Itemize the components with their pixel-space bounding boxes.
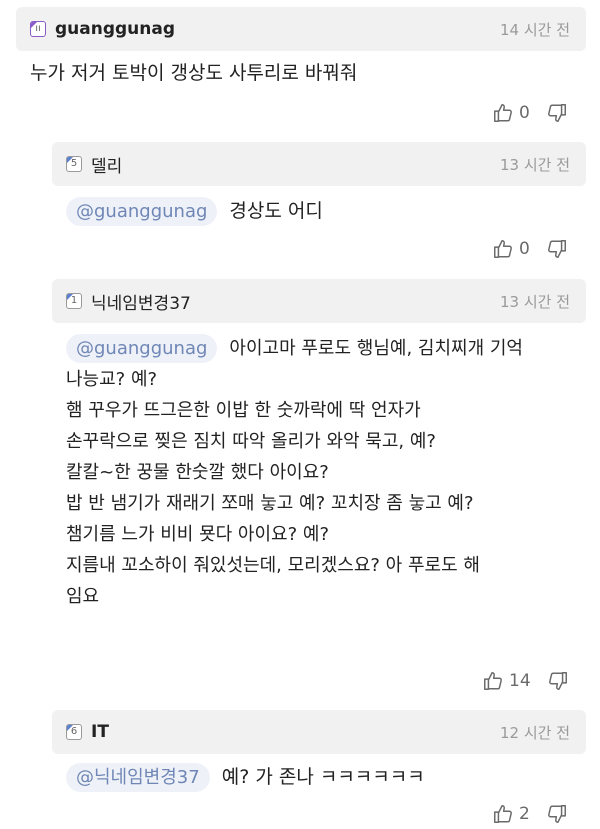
vote-bar: 0 [492,238,568,260]
reply-text: @guanggunag 경상도 어디 [66,196,323,227]
comment-timestamp: 12 시간 전 [499,723,570,742]
vote-bar: 2 [492,803,568,825]
text-line: 밥 반 냄기가 재래기 쪼매 눟고 예? 꼬치장 좀 눟고 예? [66,493,474,514]
mention-tag[interactable]: @닉네임변경37 [66,763,210,792]
like-count: 0 [519,103,530,123]
vote-bar: 14 [482,670,569,692]
comment-body: 경상도 어디 [229,200,323,222]
vote-bar: 0 [492,102,568,124]
thumbs-down-icon[interactable] [546,102,568,124]
comment-username[interactable]: guanggunag [55,19,175,39]
mention-tag[interactable]: @guanggunag [66,334,218,363]
thumbs-up-icon[interactable] [482,670,504,692]
reply-text: @닉네임변경37 예? 가 존나 ㅋㅋㅋㅋㅋㅋ [66,762,425,793]
comment-timestamp: 13 시간 전 [499,155,570,174]
thumbs-up-icon[interactable] [492,803,514,825]
like-count: 14 [509,671,531,691]
comment-username[interactable]: 델리 [91,152,122,177]
comment-timestamp: 14 시간 전 [499,20,570,39]
text-line: 손꾸락으로 찢은 짐치 따악 올리가 와악 묵고, 예? [66,431,436,452]
comment-username[interactable]: IT [91,722,109,742]
thumbs-down-icon[interactable] [547,670,569,692]
text-line: 임요 [66,586,100,607]
like-count: 0 [519,239,530,259]
comment-timestamp: 13 시간 전 [499,292,570,311]
reply-header: 5 델리 13 시간 전 [52,142,586,186]
comment-username[interactable]: 닉네임변경37 [91,289,191,314]
text-line: 칼칼~한 꿍물 한숫깔 했다 아이요? [66,462,329,483]
comment-header: ıı guanggunag 14 시간 전 [16,7,586,51]
thumbs-up-icon[interactable] [492,238,514,260]
text-line: 나능교? 예? [66,369,158,390]
level-badge-icon: 5 [66,156,82,172]
comment-body: 누가 저거 토박이 갱상도 사투리로 바꿔줘 [30,62,358,84]
comment-body: 예? 가 존나 ㅋㅋㅋㅋㅋㅋ [221,766,425,788]
text-line: @guanggunag 아이고마 푸로도 행님예, 김치찌개 기억 [66,333,523,364]
mention-tag[interactable]: @guanggunag [66,197,218,226]
reply-header: 6 IT 12 시간 전 [52,710,586,754]
thumbs-down-icon[interactable] [546,238,568,260]
thumbs-down-icon[interactable] [546,803,568,825]
comment-text: 누가 저거 토박이 갱상도 사투리로 바꿔줘 [30,58,357,89]
text-line: 챔기름 느가 비비 묫다 아이요? 예? [66,524,329,545]
thumbs-up-icon[interactable] [492,102,514,124]
text-line: 지름내 꼬소하이 줘있섯는데, 모리겠스요? 아 푸로도 해 [66,555,480,576]
level-badge-icon: 6 [66,724,82,740]
text-line: 햄 꾸우가 뜨그은한 이밥 한 숫까락에 딱 언자가 [66,400,421,421]
level-badge-icon: ıı [30,21,46,37]
level-badge-icon: 1 [66,293,82,309]
like-count: 2 [519,804,530,824]
reply-text: @guanggunag 아이고마 푸로도 행님예, 김치찌개 기억 나능교? 예?… [66,333,523,612]
reply-header: 1 닉네임변경37 13 시간 전 [52,279,586,323]
